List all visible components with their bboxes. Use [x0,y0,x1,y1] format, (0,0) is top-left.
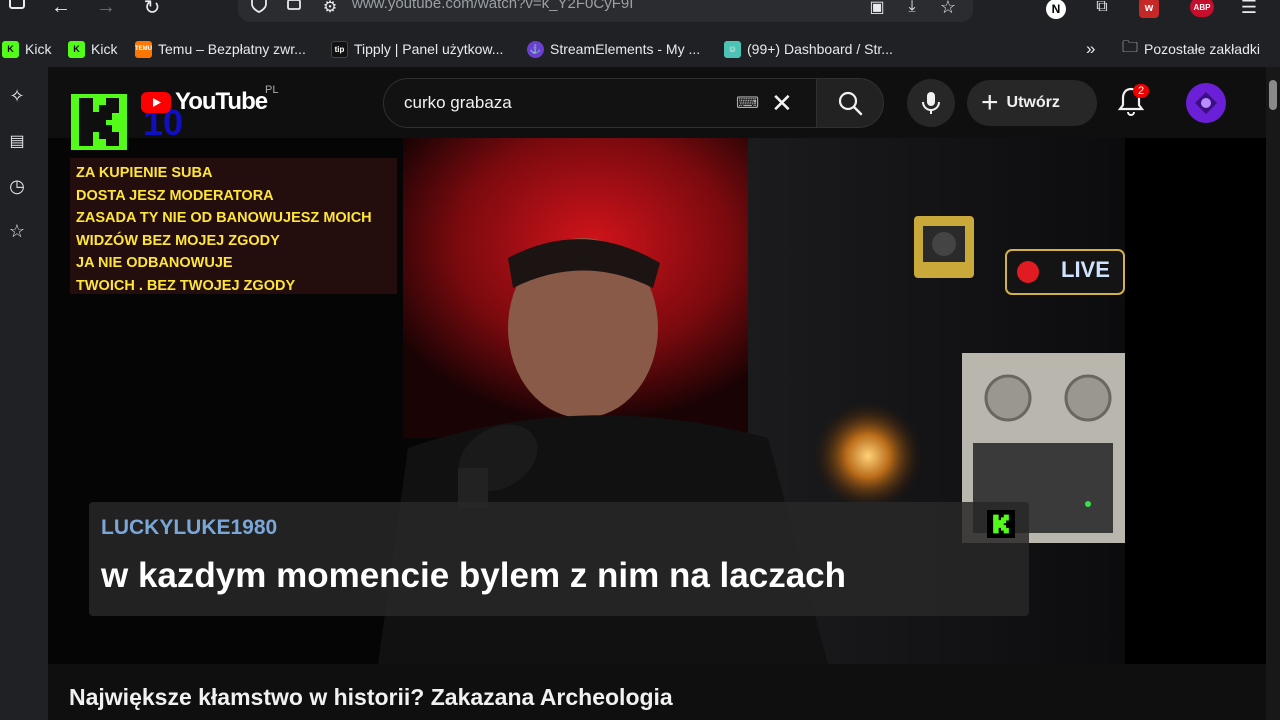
chat-message-overlay: LUCKYLUKE1980 w kazdym momencie bylem z … [89,502,1029,616]
ai-sparkle-icon[interactable]: ✧ [6,85,28,107]
adblock-plus-icon[interactable]: ABP [1187,0,1217,22]
bookmark-label: Tipply | Panel użytkow... [354,41,504,57]
bookmarks-bar: K Kick K Kick TEMU Temu – Bezpłatny zwr.… [0,30,1280,67]
translate-icon[interactable]: ▣ [862,0,892,22]
browser-side-rail: ✧ ▤ ◷ ☆ [0,67,48,720]
stream-rules-overlay: ZA KUPIENIE SUBA DOSTA JESZ MODERATORA Z… [70,158,397,294]
bookmark-tipply[interactable]: tip Tipply | Panel użytkow... [331,39,503,59]
extension-shield-icon[interactable]: w [1134,0,1164,22]
bookmark-streamelements[interactable]: ⚓ StreamElements - My ... [527,39,700,59]
forward-icon[interactable]: → [91,0,121,22]
page-scrollbar[interactable] [1266,67,1280,720]
notification-count-badge: 2 [1133,84,1150,98]
search-button[interactable] [816,78,884,128]
bookmark-discord-dashboard[interactable]: ☺ (99+) Dashboard / Str... [724,39,893,59]
bookmark-star-icon[interactable]: ☆ [933,0,963,22]
kick-icon: K [68,40,85,58]
rule-line: TWOICH . BEZ TWOJEJ ZGODY [76,277,296,294]
youtube-wordmark: YouTube [175,88,268,115]
discord-icon: ☺ [724,40,741,58]
url-text[interactable]: www.youtube.com/watch?v=k_Y2F0CyF9I [352,0,633,12]
history-clock-icon[interactable]: ◷ [6,175,28,197]
rule-line: DOSTA JESZ MODERATORA [76,187,274,204]
video-title: Największe kłamstwo w historii? Zakazana… [69,684,673,710]
create-button[interactable]: + Utwórz [967,80,1097,126]
bookmark-kick-1[interactable]: K Kick [2,39,51,59]
bookmark-label: Kick [91,41,118,57]
search-input[interactable]: curko grabaza ⌨ ✕ [383,78,817,128]
rule-line: WIDZÓW BEZ MOJEJ ZGODY [76,232,280,249]
lock-icon[interactable] [279,0,309,22]
bookmark-label: StreamElements - My ... [550,41,701,57]
rule-line: ZASADA TY NIE OD BANOWUJESZ MOICH [76,210,372,226]
streamelements-icon: ⚓ [527,40,544,58]
abp-label: ABP [1190,0,1214,17]
youtube-play-icon [141,91,171,113]
chat-message: w kazdym momencie bylem z nim na laczach [101,556,846,595]
bookmark-kick-2[interactable]: K Kick [68,39,117,59]
microphone-icon [922,92,940,114]
sidebar-toggle-icon[interactable] [2,0,32,22]
browser-toolbar: ← → ↻ ⚙ www.youtube.com/watch?v=k_Y2F0Cy… [0,0,1280,30]
rule-line: JA NIE ODBANOWUJE [76,255,233,271]
region-code: PL [265,84,279,96]
extension-n-icon[interactable]: N [1041,0,1071,22]
kick-logo-badge [71,94,127,150]
live-sign-text: LIVE [1061,257,1110,282]
notifications-button[interactable]: 2 [1117,84,1150,118]
keyboard-icon[interactable]: ⌨ [736,93,759,113]
bookmark-temu[interactable]: TEMU Temu – Bezpłatny zwr... [135,39,306,59]
site-settings-icon[interactable]: ⚙ [315,0,345,22]
bookmark-label: Temu – Bezpłatny zwr... [158,41,306,57]
kick-logo-icon [79,98,119,146]
clear-search-icon[interactable]: ✕ [771,88,793,119]
create-label: Utwórz [1006,94,1060,111]
youtube-logo[interactable]: YouTube [141,88,268,116]
shield-icon[interactable] [244,0,274,22]
search-icon [838,91,863,116]
scrollbar-thumb[interactable] [1269,80,1277,110]
voice-search-button[interactable] [907,79,955,127]
back-icon[interactable]: ← [46,0,76,22]
bookmark-label: (99+) Dashboard / Str... [747,41,893,57]
kick-chat-icon [987,510,1015,538]
rule-line: ZA KUPIENIE SUBA [76,165,213,181]
favorites-star-icon[interactable]: ☆ [6,220,28,242]
temu-icon: TEMU [135,40,152,58]
reading-list-icon[interactable]: ▤ [6,130,28,152]
other-bookmarks-label: Pozostałe zakładki [1144,41,1260,57]
more-bookmarks-chevron-icon[interactable]: » [1086,39,1095,59]
chat-username: LUCKYLUKE1980 [101,516,278,539]
search-query-text: curko grabaza [404,93,512,112]
other-bookmarks-folder[interactable]: 🗀 Pozostałe zakładki [1122,39,1260,59]
bookmark-label: Kick [25,41,52,57]
kick-icon: K [2,40,19,58]
extensions-puzzle-icon[interactable]: ⧉ [1087,0,1117,22]
avatar[interactable] [1186,83,1226,123]
menu-icon[interactable]: ☰ [1234,0,1264,22]
reload-icon[interactable]: ↻ [137,0,167,22]
tipply-icon: tip [331,40,348,58]
download-icon[interactable]: ⤓ [897,0,927,22]
plus-icon: + [981,86,999,119]
folder-icon: 🗀 [1122,38,1139,56]
avatar-emblem-icon [1195,92,1217,114]
